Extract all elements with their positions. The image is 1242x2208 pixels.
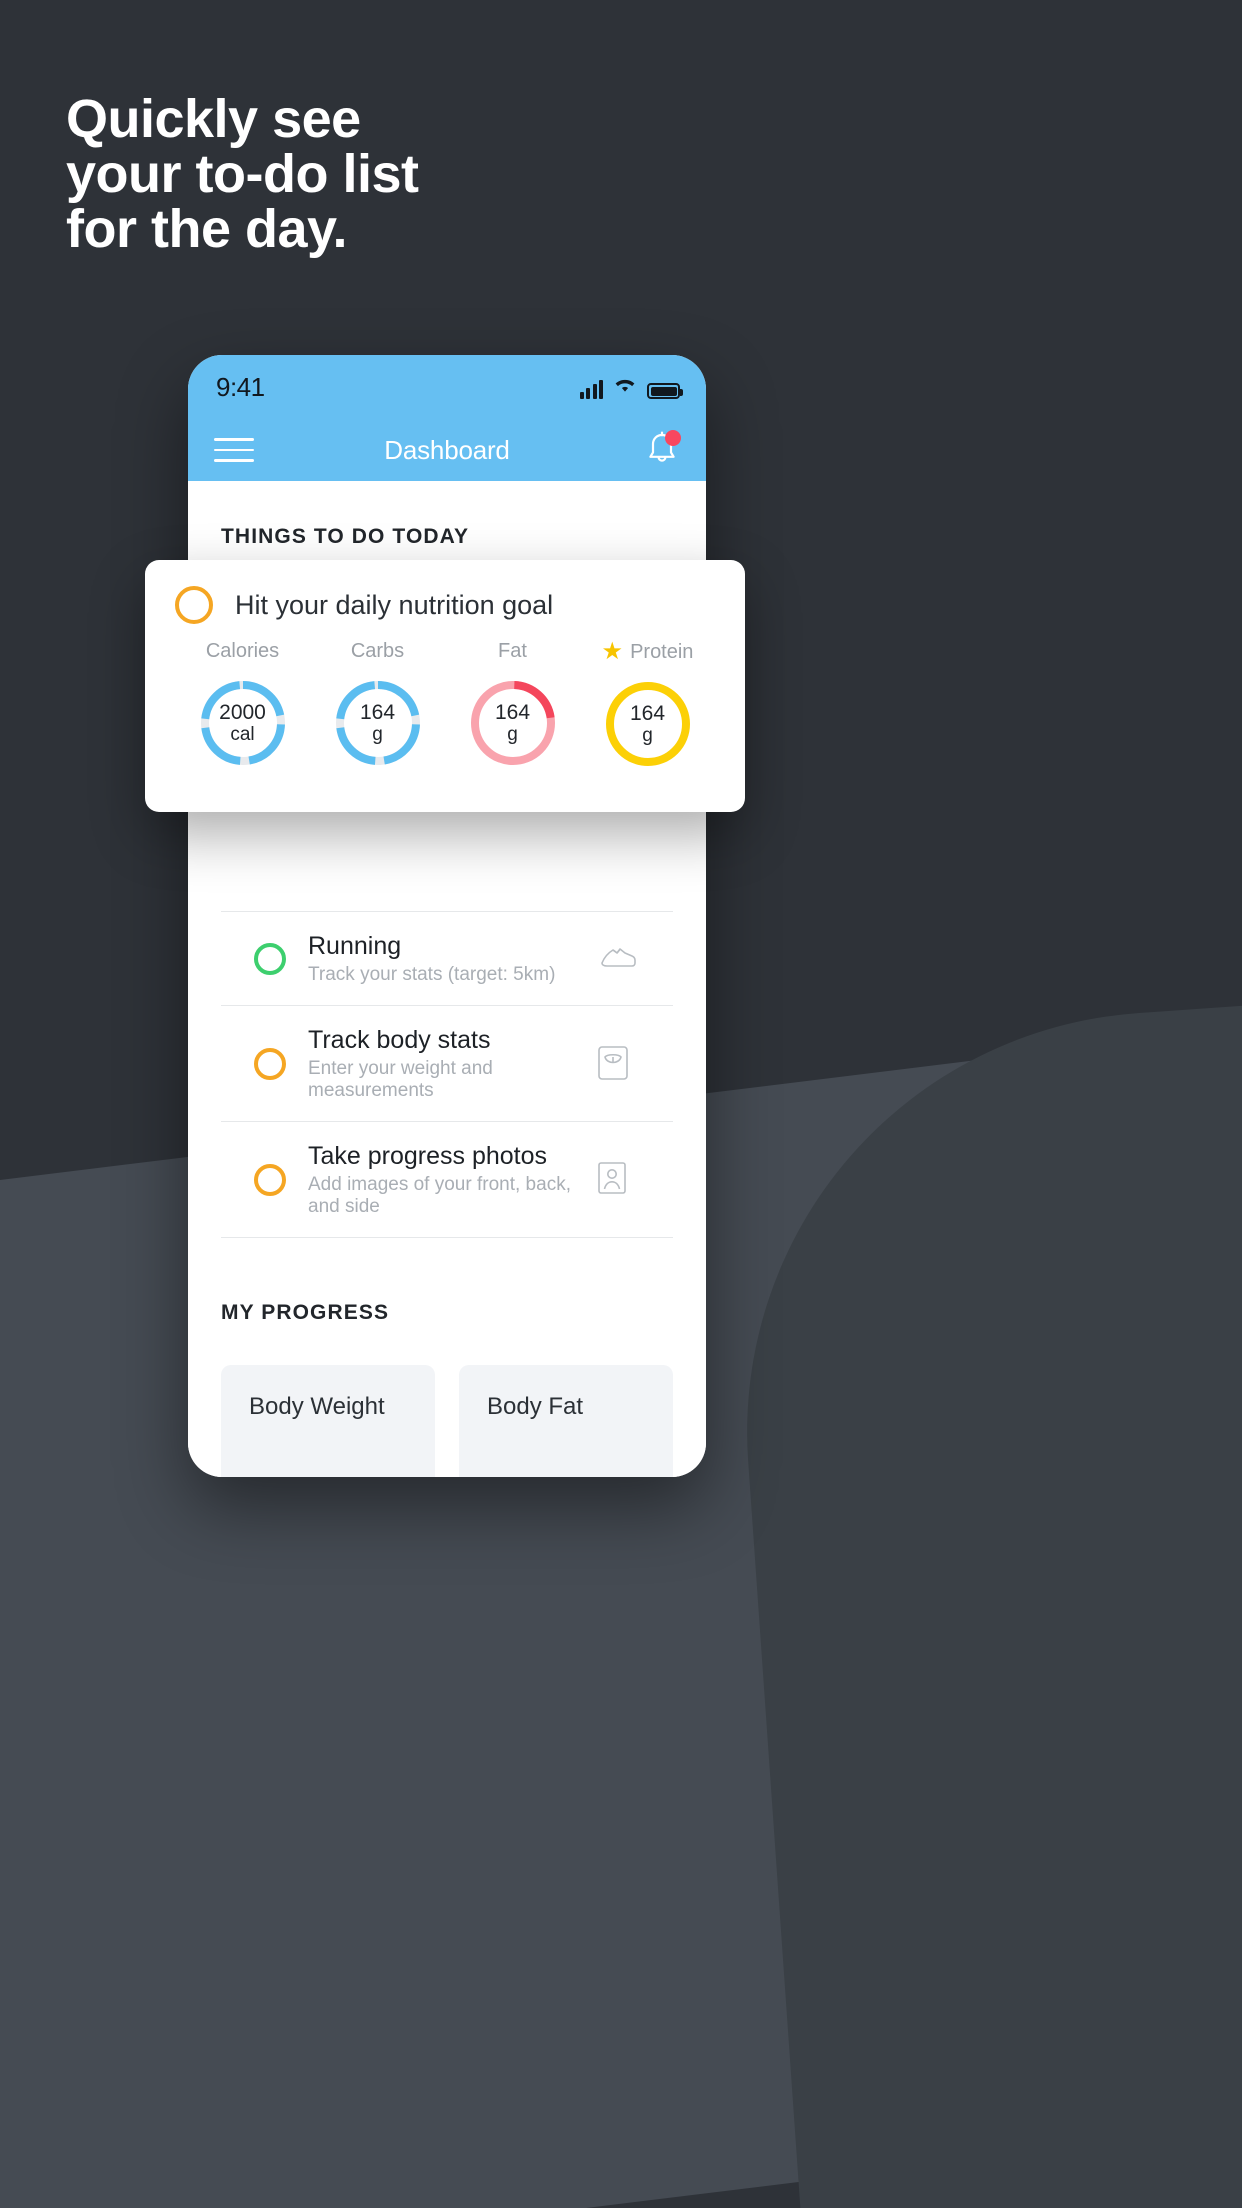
macro-donut-protein: 164 g — [600, 676, 696, 772]
wifi-icon — [612, 375, 638, 399]
macro-value: 164 — [494, 700, 531, 724]
progress-card-body-fat[interactable]: Body Fat 23 % — [459, 1365, 673, 1477]
task-row-progress-photos[interactable]: Take progress photos Add images of your … — [221, 1121, 673, 1238]
task-row-running[interactable]: Running Track your stats (target: 5km) — [221, 911, 673, 1005]
macro-value: 164 — [359, 700, 396, 724]
task-checkbox-ring[interactable] — [254, 1047, 286, 1080]
headline-line-1: Quickly see — [66, 89, 361, 149]
progress-card-body-weight[interactable]: Body Weight 100 kg — [221, 1365, 435, 1477]
progress-card-list: Body Weight 100 kg Body Fat 23 % — [221, 1365, 673, 1477]
macro-unit: g — [642, 725, 653, 747]
notification-badge-dot — [665, 430, 681, 446]
macro-label: Carbs — [350, 640, 405, 662]
macro-donut-carbs: 164 g — [330, 675, 426, 771]
task-subtitle: Enter your weight and measurements — [308, 1058, 493, 1101]
phone-mockup: 9:41 Dashboard THINGS TO DO TODAY Runnin… — [188, 355, 706, 1477]
macro-unit: g — [372, 724, 383, 746]
task-subtitle: Add images of your front, back, and side — [308, 1174, 571, 1217]
macro-value: 2000 — [219, 700, 266, 724]
task-row-body-stats[interactable]: Track body stats Enter your weight and m… — [221, 1005, 673, 1121]
macro-label: Calories — [205, 640, 280, 662]
nutrition-card-header: Hit your daily nutrition goal — [175, 586, 715, 624]
progress-card-title: Body Weight — [249, 1393, 385, 1420]
macro-label: Fat — [498, 640, 527, 662]
task-title: Track body stats — [308, 1026, 491, 1054]
headline-line-3: for the day. — [66, 199, 348, 260]
task-list: Running Track your stats (target: 5km) T… — [221, 911, 673, 1238]
macro-unit: cal — [230, 724, 255, 746]
macro-label-wrap: Calories — [206, 640, 279, 663]
macro-label-wrap: Fat — [498, 640, 527, 663]
nutrition-goal-card: Hit your daily nutrition goal Calories 2… — [145, 560, 745, 812]
task-text: Take progress photos Add images of your … — [308, 1141, 574, 1218]
task-checkbox-ring[interactable] — [254, 1163, 286, 1196]
macro-donut-calories: 2000 cal — [195, 675, 291, 771]
todo-section-title: THINGS TO DO TODAY — [221, 525, 470, 548]
battery-full-icon — [647, 383, 683, 399]
macro-calories[interactable]: Calories 2000 cal — [175, 640, 310, 772]
status-icons — [579, 375, 683, 399]
macro-center-text: 164 g — [600, 676, 696, 772]
progress-section-title: MY PROGRESS — [221, 1301, 390, 1324]
task-text: Running Track your stats (target: 5km) — [308, 931, 574, 986]
app-bar: Dashboard — [188, 419, 706, 481]
macro-carbs[interactable]: Carbs 164 g — [310, 640, 445, 772]
page-title: Dashboard — [384, 434, 510, 465]
photo-person-icon — [596, 1160, 640, 1200]
task-text: Track body stats Enter your weight and m… — [308, 1025, 574, 1102]
weight-scale-icon — [596, 1044, 640, 1084]
marketing-headline: Quickly see your to-do list for the day. — [66, 89, 706, 260]
status-bar: 9:41 — [188, 355, 706, 419]
headline-line-2: your to-do list — [66, 144, 419, 205]
macro-protein[interactable]: ★ Protein 164 g — [580, 640, 715, 772]
status-clock: 9:41 — [216, 371, 265, 402]
notification-bell-icon[interactable] — [642, 428, 682, 472]
macro-center-text: 164 g — [465, 675, 561, 771]
task-checkbox-ring[interactable] — [254, 942, 286, 975]
macro-label: Protein — [630, 640, 694, 663]
macro-center-text: 2000 cal — [195, 675, 291, 771]
macro-value: 164 — [629, 701, 666, 725]
macro-fat[interactable]: Fat 164 g — [445, 640, 580, 772]
macro-center-text: 164 g — [330, 675, 426, 771]
macro-label-wrap: Carbs — [351, 640, 404, 663]
progress-card-title: Body Fat — [487, 1393, 584, 1420]
task-checkbox-ring[interactable] — [175, 586, 213, 624]
macro-donut-list: Calories 2000 cal Carbs 164 g Fat 164 g … — [175, 640, 715, 772]
nutrition-card-title: Hit your daily nutrition goal — [235, 589, 554, 620]
running-shoe-icon — [596, 939, 640, 979]
task-title: Take progress photos — [308, 1142, 548, 1170]
macro-label-wrap: ★ Protein — [602, 640, 694, 664]
macro-donut-fat: 164 g — [465, 675, 561, 771]
macro-unit: g — [507, 724, 518, 746]
task-title: Running — [308, 932, 402, 960]
task-subtitle: Track your stats (target: 5km) — [308, 964, 556, 985]
star-icon: ★ — [601, 638, 624, 665]
cellular-signal-icon — [579, 380, 603, 399]
